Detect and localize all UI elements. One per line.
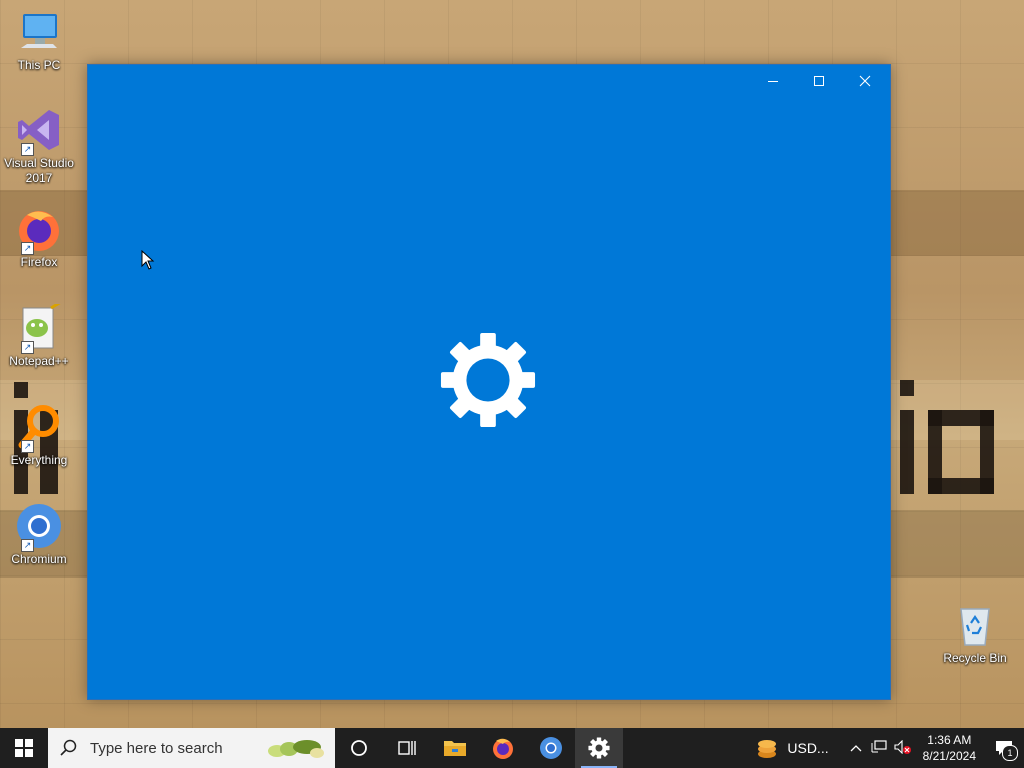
desktop-icon-label: Visual Studio 2017 <box>4 156 74 185</box>
mouse-cursor-icon <box>141 250 155 270</box>
settings-gear-icon <box>588 737 610 759</box>
weather-text: USD... <box>787 740 829 756</box>
clock-time: 1:36 AM <box>927 733 972 747</box>
recycle-bin-icon <box>951 601 999 649</box>
search-highlight-illustration-icon <box>268 740 324 758</box>
taskbar-search-box[interactable]: Type here to search <box>48 728 335 768</box>
settings-window[interactable] <box>87 64 891 700</box>
desktop-icon-recycle-bin[interactable]: Recycle Bin <box>937 601 1013 666</box>
close-icon <box>859 75 871 87</box>
system-tray: USD... 1:36 AM 8/21/2024 1 <box>755 728 1024 768</box>
desktop-icon-firefox[interactable]: ↗ Firefox <box>1 205 77 270</box>
currency-coins-icon <box>758 740 777 758</box>
settings-gear-icon <box>440 332 536 428</box>
desktop-icon-notepad-plus-plus[interactable]: ↗ Notepad++ <box>1 300 77 369</box>
network-button[interactable] <box>867 739 891 757</box>
windows-logo-icon <box>15 739 33 757</box>
desktop-icon-label: Recycle Bin <box>943 651 1007 665</box>
desktop-icon-everything[interactable]: ↗ Everything <box>1 403 77 468</box>
taskbar-clock[interactable]: 1:36 AM 8/21/2024 <box>923 732 976 764</box>
taskbar-file-explorer[interactable] <box>431 728 479 768</box>
taskbar: Type here to search USD... 1:36 AM 8/21/… <box>0 728 1024 768</box>
network-icon <box>871 739 887 752</box>
desktop-icon-label: This PC <box>17 58 61 72</box>
volume-button[interactable] <box>891 739 915 757</box>
cortana-circle-icon <box>351 740 367 756</box>
cortana-button[interactable] <box>335 728 383 768</box>
start-button[interactable] <box>0 728 48 768</box>
task-view-icon <box>398 741 416 755</box>
desktop-icon-visual-studio[interactable]: ↗ Visual Studio 2017 <box>1 106 77 186</box>
firefox-icon <box>493 738 513 759</box>
task-view-button[interactable] <box>383 728 431 768</box>
magnifier-icon: ↗ <box>15 403 63 453</box>
folder-icon <box>444 741 466 756</box>
desktop-icon-label: Everything <box>10 453 68 467</box>
show-hidden-icons-button[interactable] <box>845 741 867 755</box>
desktop-icon-chromium[interactable]: ↗ Chromium <box>1 502 77 567</box>
maximize-icon <box>814 76 824 86</box>
desktop-icon-label: Notepad++ <box>9 354 69 368</box>
desktop-icon-label: Chromium <box>11 552 67 566</box>
computer-icon <box>15 8 63 56</box>
minimize-icon <box>768 81 778 82</box>
chromium-icon: ↗ <box>15 502 63 552</box>
clock-date: 8/21/2024 <box>922 749 976 763</box>
taskbar-firefox[interactable] <box>479 728 527 768</box>
chromium-icon <box>540 737 562 759</box>
taskbar-settings[interactable] <box>575 728 623 768</box>
minimize-button[interactable] <box>750 65 796 97</box>
close-button[interactable] <box>842 65 888 97</box>
desktop-icon-this-pc[interactable]: This PC <box>1 8 77 73</box>
chevron-up-icon <box>850 745 862 752</box>
search-placeholder: Type here to search <box>90 739 223 757</box>
taskbar-chromium[interactable] <box>527 728 575 768</box>
maximize-button[interactable] <box>796 65 842 97</box>
visual-studio-icon: ↗ <box>15 106 63 156</box>
notification-badge: 1 <box>1002 745 1018 761</box>
action-center-button[interactable]: 1 <box>984 728 1024 768</box>
desktop-icon-label: Firefox <box>20 255 58 269</box>
speaker-muted-icon <box>894 739 911 754</box>
firefox-icon: ↗ <box>15 205 63 255</box>
weather-widget[interactable]: USD... <box>755 737 829 759</box>
notepad-plus-plus-icon: ↗ <box>15 300 63 354</box>
search-icon <box>60 739 77 756</box>
